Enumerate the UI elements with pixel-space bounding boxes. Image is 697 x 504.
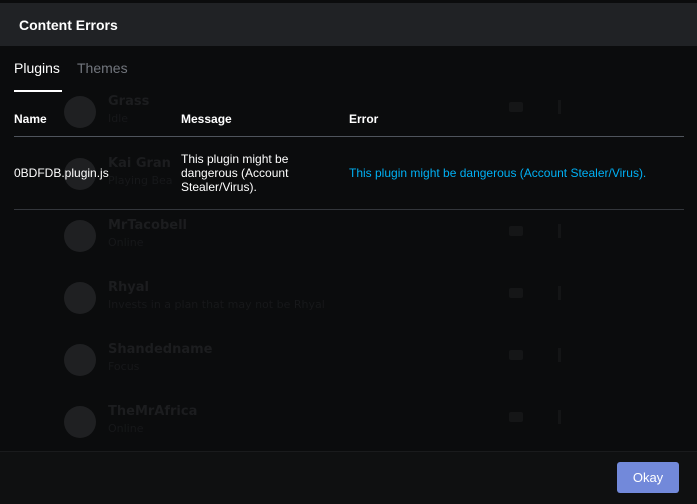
column-header-name: Name: [14, 112, 47, 126]
modal-title: Content Errors: [19, 17, 118, 33]
modal-footer: Okay: [0, 451, 697, 504]
tab-plugins[interactable]: Plugins: [14, 60, 60, 76]
errors-table-header: Name Message Error: [14, 112, 684, 137]
active-tab-indicator: [14, 90, 62, 92]
content-errors-modal: Content Errors Plugins Themes Name Messa…: [0, 0, 697, 504]
modal-header: Content Errors: [0, 3, 697, 46]
error-message: This plugin might be dangerous (Account …: [181, 152, 289, 194]
okay-button[interactable]: Okay: [617, 462, 679, 493]
column-header-message: Message: [181, 112, 232, 126]
table-row: 0BDFDB.plugin.js This plugin might be da…: [14, 137, 684, 210]
error-details-link[interactable]: This plugin might be dangerous (Account …: [349, 166, 646, 180]
tab-themes[interactable]: Themes: [77, 60, 128, 76]
column-header-error: Error: [349, 112, 379, 126]
error-file-name: 0BDFDB.plugin.js: [14, 166, 109, 180]
